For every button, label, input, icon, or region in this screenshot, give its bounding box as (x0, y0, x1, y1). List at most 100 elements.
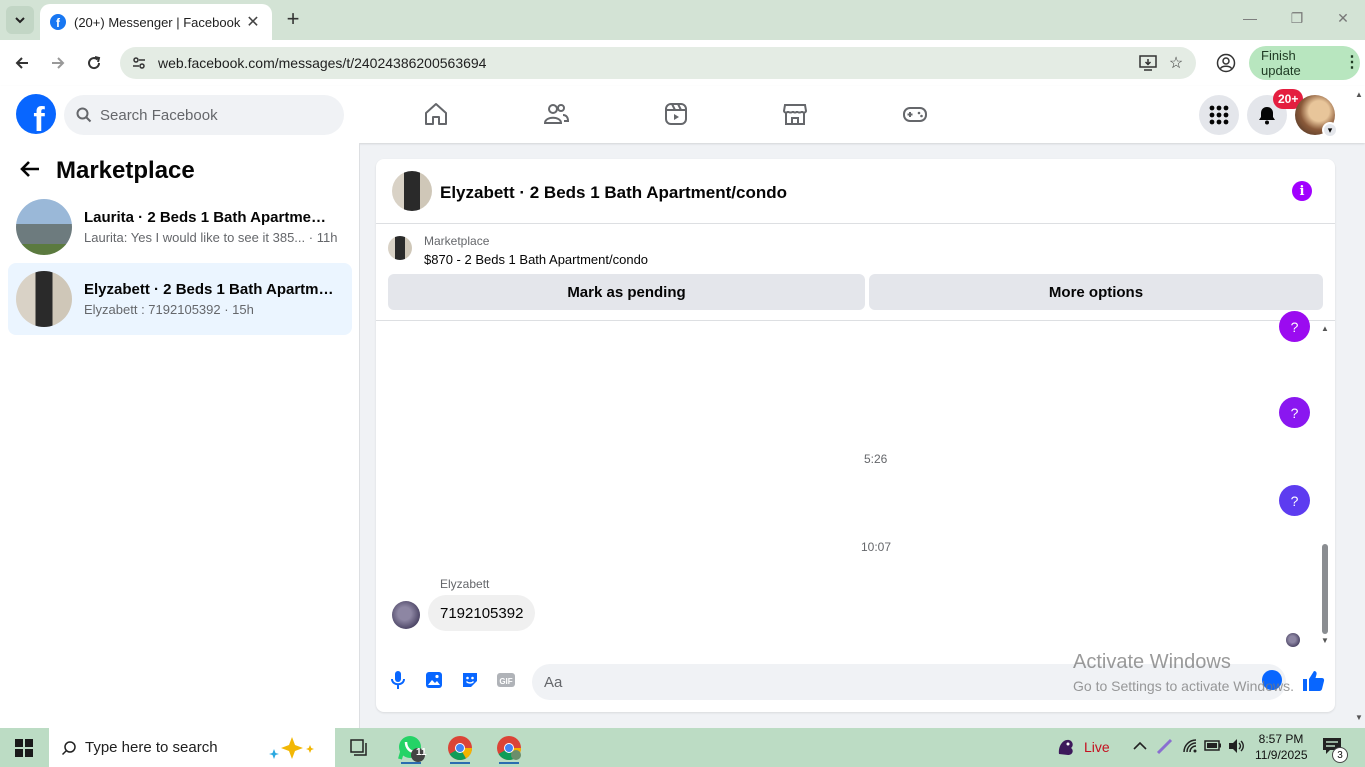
reload-button[interactable] (82, 51, 106, 75)
browser-profile-icon[interactable] (1214, 51, 1238, 75)
active-indicator (401, 762, 421, 764)
listing-title[interactable]: $870 - 2 Beds 1 Bath Apartment/condo (424, 252, 648, 267)
chat-panel: Elyzabett · 2 Beds 1 Bath Apartment/cond… (376, 159, 1335, 712)
windows-taskbar: Type here to search 11 Live 8:57 PM 11/9… (0, 728, 1365, 767)
message-scrollbar[interactable]: ▲ ▼ (1320, 324, 1330, 646)
more-options-button[interactable]: More options (869, 274, 1323, 310)
outgoing-message-bubble[interactable]: ? (1279, 485, 1310, 516)
browser-tab-strip: f (20+) Messenger | Facebook ✕ + — ❐ ✕ (0, 0, 1365, 40)
restore-icon[interactable]: ❐ (1287, 10, 1307, 27)
task-view-icon[interactable] (344, 732, 376, 764)
minimize-icon[interactable]: — (1240, 10, 1260, 26)
marketplace-icon[interactable] (781, 100, 809, 128)
back-arrow-icon[interactable] (20, 157, 44, 185)
incoming-message-bubble[interactable]: 7192105392 (428, 595, 536, 631)
chat-thumbnail[interactable] (392, 171, 432, 211)
search-placeholder: Search Facebook (100, 106, 218, 124)
chrome-taskbar-icon[interactable] (444, 732, 476, 764)
marketplace-conversation-list: Marketplace Laurita · 2 Beds 1 Bath Apar… (0, 143, 360, 728)
bookmark-star-icon[interactable]: ☆ (1162, 49, 1190, 77)
listing-thumbnail (16, 271, 72, 327)
show-hidden-icons-chevron-up-icon[interactable] (1133, 738, 1147, 754)
mark-as-pending-button[interactable]: Mark as pending (388, 274, 865, 310)
page-scrollbar[interactable]: ▲ ▼ (1353, 86, 1365, 728)
chrome-profile-taskbar-icon[interactable] (493, 732, 525, 764)
menu-grid-button[interactable] (1199, 95, 1239, 135)
url-text[interactable]: web.facebook.com/messages/t/240243862005… (158, 55, 1134, 71)
address-bar[interactable]: web.facebook.com/messages/t/240243862005… (120, 47, 1196, 79)
outgoing-message-bubble[interactable]: ? (1279, 311, 1310, 342)
arrow-right-icon (52, 57, 65, 69)
notification-center-button[interactable]: 3 (1322, 737, 1348, 763)
live-label[interactable]: Live (1084, 739, 1110, 755)
video-icon[interactable] (662, 100, 690, 128)
sender-avatar[interactable] (392, 601, 420, 629)
account-avatar[interactable]: ▾ (1295, 95, 1338, 138)
listing-thumbnail[interactable] (388, 236, 412, 260)
menu-dots-icon: ⋮ (1344, 54, 1360, 71)
battery-icon[interactable] (1204, 738, 1222, 755)
active-indicator (450, 762, 470, 764)
photo-icon[interactable] (422, 668, 446, 692)
scroll-up-arrow-icon[interactable]: ▲ (1321, 324, 1329, 333)
browser-tab[interactable]: f (20+) Messenger | Facebook ✕ (40, 4, 272, 40)
wifi-icon[interactable] (1182, 738, 1198, 757)
grid-icon (1209, 105, 1229, 125)
sender-name: Elyzabett (440, 577, 490, 591)
read-receipt-avatar (1286, 633, 1300, 647)
gaming-icon[interactable] (901, 100, 929, 128)
conversation-item-elyzabett[interactable]: Elyzabett · 2 Beds 1 Bath Apartme... Ely… (8, 263, 352, 335)
message-timestamp: 5:26 (864, 452, 888, 466)
microphone-icon[interactable] (386, 668, 410, 692)
start-button[interactable] (0, 728, 48, 767)
clock-date: 11/9/2025 (1255, 748, 1308, 762)
tab-search-button[interactable] (6, 6, 34, 34)
facebook-header: f Search Facebook 20+ ▾ (0, 86, 1365, 143)
chat-header: Elyzabett · 2 Beds 1 Bath Apartment/cond… (376, 159, 1335, 224)
home-icon[interactable] (422, 100, 450, 128)
back-button[interactable] (10, 51, 34, 75)
scroll-down-arrow-icon[interactable]: ▼ (1321, 636, 1329, 645)
sparkle-icon (264, 735, 324, 766)
arrow-left-icon (15, 57, 28, 69)
scroll-up-arrow-icon[interactable]: ▲ (1355, 90, 1363, 99)
conversation-name: Laurita · 2 Beds 1 Bath Apartment/... (84, 209, 334, 226)
conversation-item-laurita[interactable]: Laurita · 2 Beds 1 Bath Apartment/... La… (8, 191, 352, 263)
taskbar-clock[interactable]: 8:57 PM 11/9/2025 (1255, 731, 1308, 763)
taskbar-search-placeholder: Type here to search (85, 739, 218, 756)
scroll-down-arrow-icon[interactable]: ▼ (1355, 713, 1363, 722)
info-icon[interactable]: i (1292, 181, 1312, 201)
facebook-logo-icon[interactable]: f (16, 94, 56, 134)
facebook-search-input[interactable]: Search Facebook (64, 95, 344, 135)
install-app-icon[interactable] (1134, 49, 1162, 77)
listing-banner: Marketplace $870 - 2 Beds 1 Bath Apartme… (376, 225, 1335, 321)
premier-league-icon[interactable] (1055, 736, 1077, 763)
thumbs-up-icon[interactable] (1300, 668, 1326, 694)
new-tab-button[interactable]: + (282, 8, 304, 30)
pen-icon[interactable] (1156, 737, 1174, 758)
message-timestamp: 10:07 (861, 540, 892, 554)
listing-thumbnail (16, 199, 72, 255)
watermark-line1: Activate Windows (1073, 651, 1231, 673)
scrollbar-thumb[interactable] (1322, 544, 1328, 634)
site-settings-icon[interactable] (124, 48, 154, 78)
active-indicator (499, 762, 519, 764)
finish-update-label: Finish update (1261, 48, 1301, 78)
browser-toolbar: web.facebook.com/messages/t/240243862005… (0, 40, 1365, 86)
whatsapp-badge: 11 (416, 747, 427, 758)
finish-update-button[interactable]: Finish update ⋮ (1249, 46, 1360, 80)
taskbar-search-input[interactable]: Type here to search (49, 728, 335, 767)
outgoing-message-bubble[interactable]: ? (1279, 397, 1310, 428)
chat-title[interactable]: Elyzabett · 2 Beds 1 Bath Apartment/cond… (440, 183, 787, 203)
sticker-icon[interactable] (458, 668, 482, 692)
friends-icon[interactable] (542, 100, 570, 128)
sidebar-title: Marketplace (56, 157, 195, 184)
whatsapp-taskbar-icon[interactable]: 11 (395, 732, 427, 764)
forward-button[interactable] (46, 51, 70, 75)
svg-text:GIF: GIF (499, 677, 512, 686)
gif-icon[interactable]: GIF (494, 668, 518, 692)
tab-title: (20+) Messenger | Facebook (74, 14, 241, 30)
close-window-icon[interactable]: ✕ (1333, 10, 1353, 27)
close-tab-icon[interactable]: ✕ (244, 12, 262, 32)
volume-icon[interactable] (1228, 738, 1246, 757)
